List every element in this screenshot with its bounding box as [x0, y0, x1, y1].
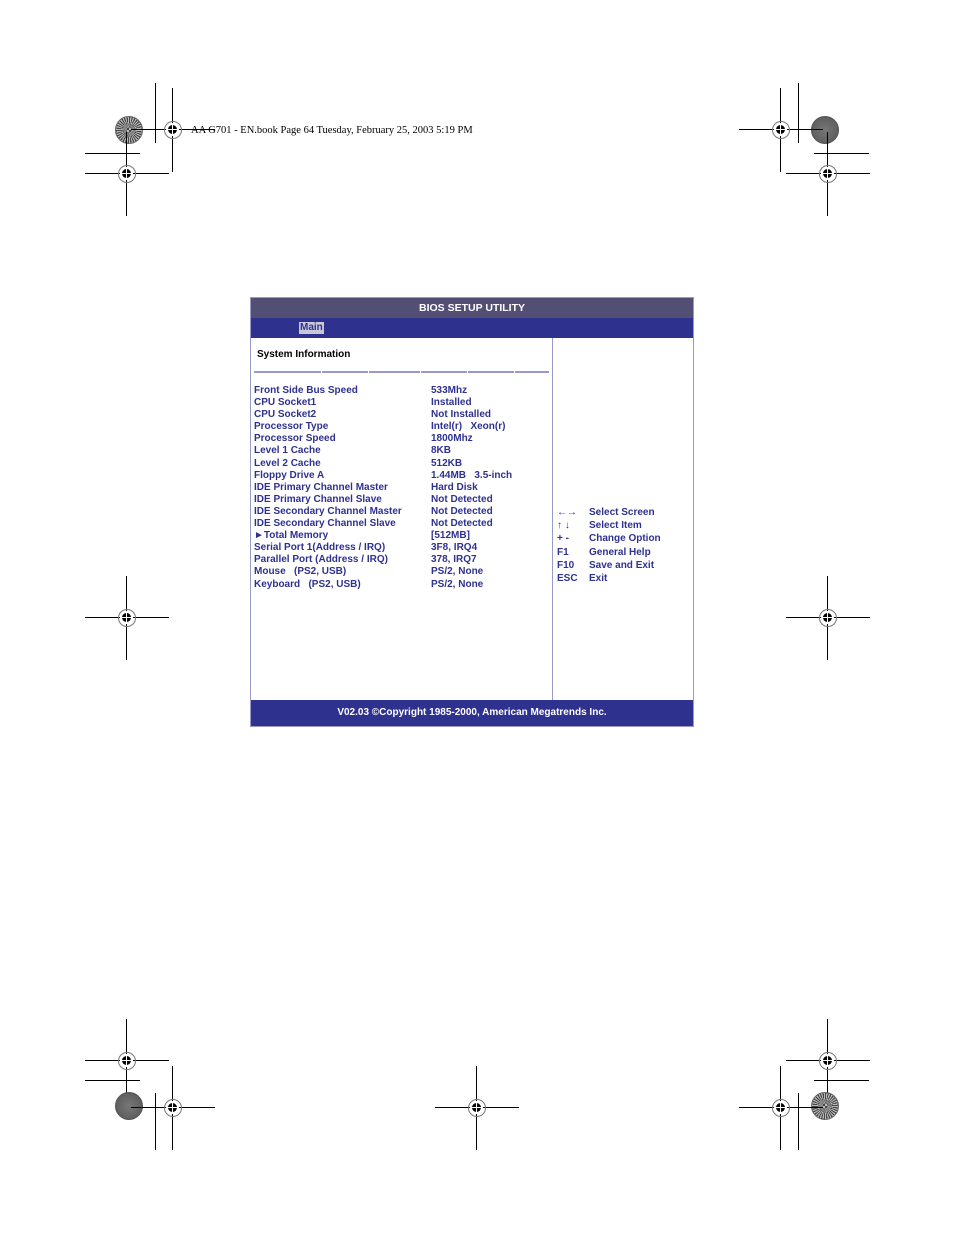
- registration-crosshair-icon: [131, 1066, 215, 1150]
- help-row-change-option: + - Change Option: [557, 532, 691, 545]
- info-label: Processor Type: [254, 421, 329, 433]
- registration-crosshair-icon: [786, 576, 870, 660]
- info-label: Serial Port 1(Address / IRQ): [254, 542, 386, 554]
- help-key: F1: [557, 546, 569, 558]
- arrows-left-right-icon: ←→: [557, 507, 577, 518]
- info-row-ide-secondary-master[interactable]: IDE Secondary Channel Master Not Detected: [254, 506, 550, 518]
- info-label: Level 2 Cache: [254, 457, 321, 469]
- registration-crosshair-icon: [85, 576, 169, 660]
- help-desc: Save and Exit: [589, 559, 655, 571]
- info-row-ide-secondary-slave[interactable]: IDE Secondary Channel Slave Not Detected: [254, 518, 550, 530]
- system-information-panel: System Information Front Side Bus Speed 5…: [251, 338, 553, 700]
- info-row-mouse[interactable]: Mouse (PS2, USB) PS/2, None: [254, 566, 550, 578]
- registration-crosshair-icon: [786, 132, 870, 216]
- registration-crosshair-icon: [85, 1019, 169, 1103]
- info-value: Not Detected: [431, 518, 493, 530]
- help-key: F10: [557, 559, 575, 571]
- info-value: Not Detected: [431, 493, 493, 505]
- info-value: Not Detected: [431, 505, 493, 517]
- help-row-general-help: F1 General Help: [557, 546, 691, 559]
- help-desc: Exit: [589, 572, 608, 584]
- info-value: Installed: [431, 397, 472, 409]
- help-row-save-exit: F10 Save and Exit: [557, 559, 691, 572]
- info-label: Parallel Port (Address / IRQ): [254, 554, 388, 566]
- info-row-front-side-bus-speed: Front Side Bus Speed 533Mhz: [254, 385, 550, 397]
- help-row-exit: ESC Exit: [557, 572, 691, 585]
- help-key: ESC: [557, 572, 578, 584]
- help-panel: ←→ Select Screen ↑ ↓ Select Item + - Change…: [553, 338, 693, 700]
- info-value: 533Mhz: [431, 385, 468, 396]
- info-label: Front Side Bus Speed: [254, 385, 358, 396]
- info-value: Hard Disk: [431, 481, 478, 493]
- info-value: PS/2, None: [431, 578, 484, 590]
- info-row-processor-type: Processor Type Intel(r) Xeon(r): [254, 421, 550, 433]
- info-label: CPU Socket2: [254, 409, 317, 421]
- info-row-level1-cache: Level 1 Cache 8KB: [254, 445, 550, 457]
- info-value: 1.44MB 3.5-inch: [431, 469, 513, 481]
- info-label: CPU Socket1: [254, 397, 317, 409]
- info-label: Floppy Drive A: [254, 469, 325, 481]
- registration-disc-icon: [115, 1092, 143, 1120]
- bios-footer-copyright: V02.03 ©Copyright 1985-2000, American Me…: [251, 700, 693, 726]
- registration-starburst-icon: [115, 116, 143, 144]
- info-value: PS/2, None: [431, 566, 484, 578]
- info-value: 1800Mhz: [431, 433, 473, 445]
- registration-crosshair-icon: [85, 132, 169, 216]
- info-label: IDE Secondary Channel Slave: [254, 518, 396, 530]
- help-key: + -: [557, 533, 569, 545]
- info-label: ►Total Memory: [254, 530, 329, 542]
- info-list: Front Side Bus Speed 533Mhz CPU Socket1 In…: [254, 385, 550, 591]
- bios-title-bar: BIOS SETUP UTILITY: [251, 298, 693, 318]
- help-desc: General Help: [589, 546, 651, 558]
- registration-starburst-icon: [811, 1092, 839, 1120]
- info-row-total-memory[interactable]: ►Total Memory [512MB]: [254, 530, 550, 542]
- help-desc: Select Item: [589, 520, 642, 532]
- info-row-processor-speed: Processor Speed 1800Mhz: [254, 433, 550, 445]
- info-value: 378, IRQ7: [431, 554, 477, 566]
- info-row-level2-cache: Level 2 Cache 512KB: [254, 458, 550, 470]
- help-row-select-item: ↑ ↓ Select Item: [557, 519, 691, 532]
- bios-menu-bar: Main: [251, 318, 693, 338]
- registration-crosshair-icon: [131, 88, 215, 172]
- bios-setup-window: BIOS SETUP UTILITY Main System Informati…: [250, 297, 694, 727]
- info-row-keyboard[interactable]: Keyboard (PS2, USB) PS/2, None: [254, 579, 550, 591]
- info-label: Mouse (PS2, USB): [254, 566, 347, 578]
- arrows-up-down-icon: ↑ ↓: [557, 520, 570, 532]
- info-label: Level 1 Cache: [254, 445, 321, 457]
- crop-line: [814, 1080, 869, 1081]
- info-row-floppy-drive-a[interactable]: Floppy Drive A 1.44MB 3.5-inch: [254, 470, 550, 482]
- crop-line: [85, 1080, 140, 1081]
- info-row-ide-primary-master[interactable]: IDE Primary Channel Master Hard Disk: [254, 482, 550, 494]
- registration-crosshair-icon: [786, 1019, 870, 1103]
- info-label: IDE Primary Channel Slave: [254, 493, 382, 505]
- bios-body: System Information Front Side Bus Speed 5…: [251, 338, 693, 700]
- info-row-parallel-port[interactable]: Parallel Port (Address / IRQ) 378, IRQ7: [254, 554, 550, 566]
- info-label: Keyboard (PS2, USB): [254, 578, 361, 590]
- info-row-serial-port1[interactable]: Serial Port 1(Address / IRQ) 3F8, IRQ4: [254, 542, 550, 554]
- key-help-list: ←→ Select Screen ↑ ↓ Select Item + - Change…: [557, 506, 691, 585]
- registration-crosshair-icon: [739, 88, 823, 172]
- info-value: 512KB: [431, 457, 463, 469]
- info-value: Intel(r) Xeon(r): [431, 421, 506, 433]
- help-row-select-screen: ←→ Select Screen: [557, 506, 691, 519]
- info-label: Processor Speed: [254, 433, 336, 445]
- help-desc: Change Option: [589, 533, 661, 545]
- registration-crosshair-icon: [739, 1066, 823, 1150]
- info-value: 8KB: [431, 445, 452, 457]
- info-label: IDE Primary Channel Master: [254, 481, 388, 493]
- info-value: [512MB]: [431, 530, 470, 542]
- registration-crosshair-icon: [435, 1066, 519, 1150]
- info-value: 3F8, IRQ4: [431, 542, 478, 554]
- section-title: System Information: [257, 349, 351, 360]
- info-row-ide-primary-slave[interactable]: IDE Primary Channel Slave Not Detected: [254, 494, 550, 506]
- info-label: IDE Secondary Channel Master: [254, 505, 402, 517]
- section-divider: [254, 371, 549, 373]
- page-header-note: AA G701 - EN.book Page 64 Tuesday, Febru…: [191, 125, 473, 136]
- help-desc: Select Screen: [589, 507, 655, 518]
- tab-main[interactable]: Main: [299, 322, 324, 334]
- info-value: Not Installed: [431, 409, 492, 421]
- registration-disc-icon: [811, 116, 839, 144]
- info-row-cpu-socket1: CPU Socket1 Installed: [254, 397, 550, 409]
- info-row-cpu-socket2: CPU Socket2 Not Installed: [254, 409, 550, 421]
